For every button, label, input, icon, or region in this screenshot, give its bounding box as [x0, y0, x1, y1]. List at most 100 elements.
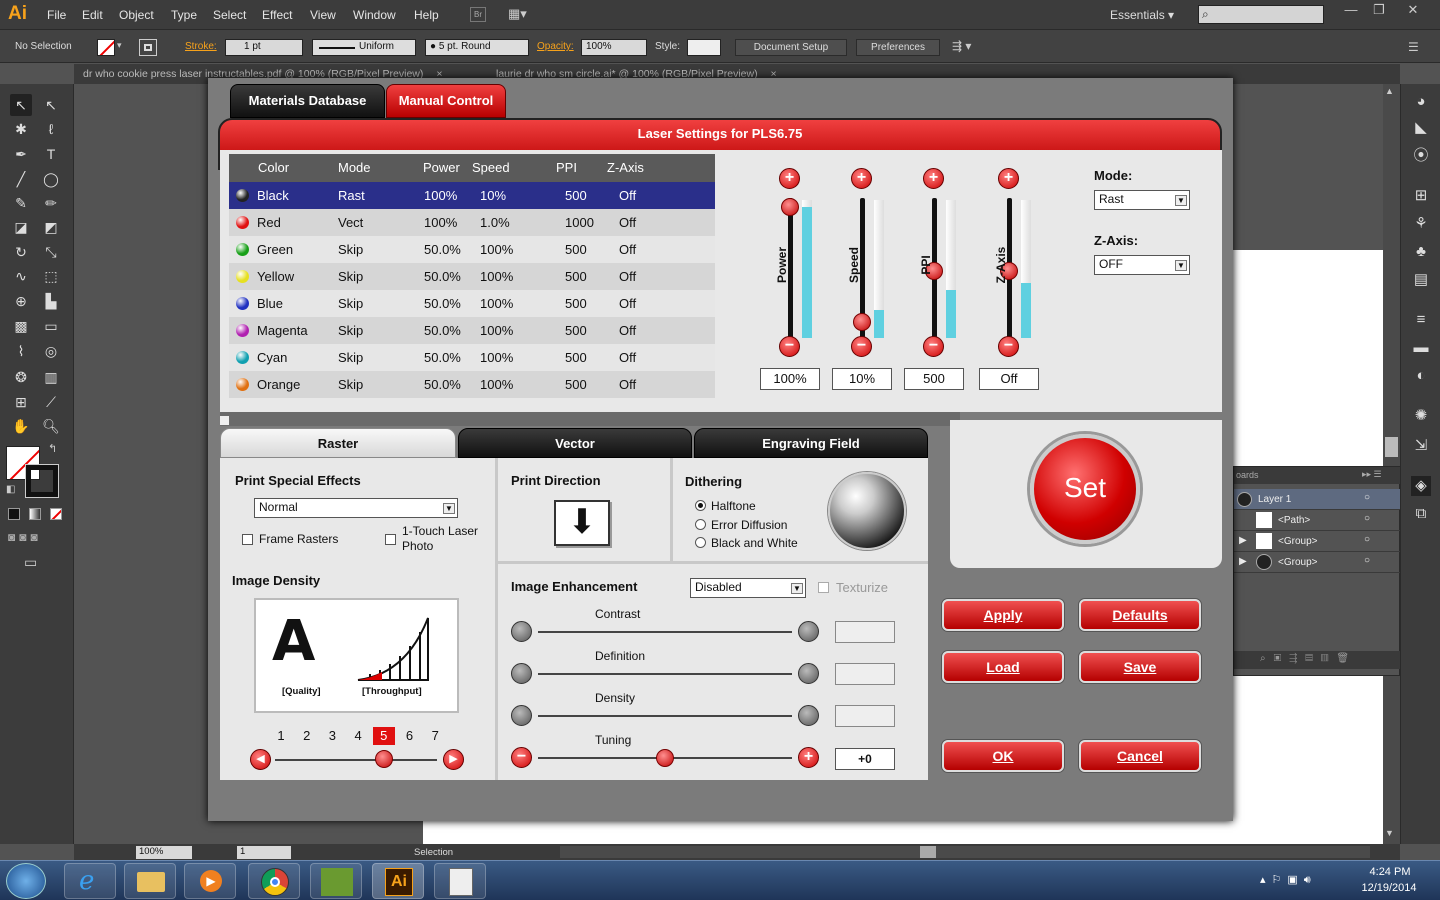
system-tray-icons[interactable]: ▴⚐▣🔊︎: [1260, 873, 1317, 887]
document-setup-button[interactable]: Document Setup: [735, 39, 847, 56]
graphic-styles-icon[interactable]: ▤: [1411, 270, 1431, 290]
arrange-documents-icon[interactable]: ▦▾: [508, 7, 534, 22]
symbols-icon[interactable]: ♣: [1411, 242, 1431, 262]
menu-file[interactable]: File: [47, 8, 66, 22]
definition-value-field[interactable]: [835, 663, 895, 685]
horizontal-scrollbar[interactable]: [560, 846, 1370, 858]
density-value-field[interactable]: [835, 705, 895, 727]
chrome-icon[interactable]: [248, 863, 300, 899]
contrast-increase-button[interactable]: [798, 621, 819, 642]
direct-selection-tool-icon[interactable]: ↖: [40, 94, 62, 116]
type-tool-icon[interactable]: T: [40, 143, 62, 165]
selection-tool-icon[interactable]: ↖: [10, 94, 32, 116]
tuning-value-field[interactable]: +0: [835, 748, 895, 770]
table-row[interactable]: Yellow Skip 50.0% 100% 500 Off: [229, 263, 715, 290]
menu-view[interactable]: View: [310, 8, 336, 22]
blend-tool-icon[interactable]: ◎: [40, 340, 62, 362]
slider-knob[interactable]: [781, 198, 799, 216]
color-mode-icon[interactable]: [8, 508, 20, 520]
free-transform-tool-icon[interactable]: ⬚: [40, 265, 62, 287]
save-button[interactable]: Save: [1079, 651, 1201, 683]
density-step[interactable]: 6: [399, 727, 421, 745]
minimize-button[interactable]: —: [1336, 0, 1366, 22]
pen-tool-icon[interactable]: ✒: [10, 143, 32, 165]
swap-colors-icon[interactable]: ↰: [48, 442, 57, 455]
help-search-input[interactable]: ⌕: [1198, 5, 1324, 24]
table-row[interactable]: Black Rast 100% 10% 500 Off: [229, 182, 715, 209]
menu-type[interactable]: Type: [171, 8, 197, 22]
density-decrease-arrow-icon[interactable]: ◀: [250, 749, 271, 770]
slider-value-field[interactable]: 500: [904, 368, 964, 390]
error-diffusion-radio[interactable]: [695, 519, 706, 530]
eyedropper-tool-icon[interactable]: ⌇: [10, 340, 32, 362]
chevron-down-icon[interactable]: ▾: [117, 40, 122, 51]
tab-raster[interactable]: Raster: [220, 428, 456, 458]
decrease-button[interactable]: −: [779, 336, 800, 357]
drawing-modes-icon[interactable]: ◙◙◙: [8, 530, 42, 544]
stroke-weight-field[interactable]: 1 pt: [225, 39, 303, 56]
transparency-icon[interactable]: ◐: [1411, 366, 1431, 386]
eraser-tool-icon[interactable]: ◩: [40, 216, 62, 238]
definition-decrease-button[interactable]: [511, 663, 532, 684]
decrease-button[interactable]: −: [998, 336, 1019, 357]
load-button[interactable]: Load: [942, 651, 1064, 683]
blob-brush-tool-icon[interactable]: ◪: [10, 216, 32, 238]
target-icon[interactable]: ○: [1364, 555, 1370, 566]
swatches-icon[interactable]: ⊞: [1411, 186, 1431, 206]
paintbrush-tool-icon[interactable]: ✎: [10, 192, 32, 214]
graphic-style-swatch[interactable]: [687, 39, 721, 56]
workspace-switcher[interactable]: Essentials ▾: [1110, 8, 1174, 22]
tuning-increase-button[interactable]: +: [798, 747, 819, 768]
halftone-radio[interactable]: [695, 500, 706, 511]
corel-app-icon[interactable]: [310, 863, 362, 899]
tab-engraving-field[interactable]: Engraving Field: [694, 428, 928, 458]
shape-builder-tool-icon[interactable]: ⊕: [10, 290, 32, 312]
frame-rasters-checkbox[interactable]: [242, 534, 253, 545]
density-step[interactable]: 4: [347, 727, 369, 745]
density-step[interactable]: 5: [372, 727, 395, 745]
current-tool-status[interactable]: Selection: [414, 847, 453, 858]
color-guide-icon[interactable]: ◣: [1411, 118, 1431, 138]
brushes-icon[interactable]: ⚘: [1411, 214, 1431, 234]
stroke-color-box[interactable]: [25, 464, 59, 498]
ellipse-tool-icon[interactable]: ◯: [40, 168, 62, 190]
pencil-tool-icon[interactable]: ✏: [40, 192, 62, 214]
decrease-button[interactable]: −: [923, 336, 944, 357]
resize-handle-icon[interactable]: [220, 416, 229, 425]
density-step[interactable]: 7: [424, 727, 446, 745]
stroke-swatch[interactable]: [139, 39, 157, 56]
texturize-checkbox[interactable]: [818, 582, 829, 593]
layer-row[interactable]: <Path> ○: [1234, 510, 1400, 531]
menu-object[interactable]: Object: [119, 8, 154, 22]
vertical-scrollbar[interactable]: ▲ ▼: [1383, 84, 1400, 844]
contrast-decrease-button[interactable]: [511, 621, 532, 642]
layer-row[interactable]: ▶ <Group> ○: [1234, 552, 1400, 573]
mode-select[interactable]: Rast ▼: [1094, 190, 1190, 210]
perspective-grid-tool-icon[interactable]: ▙: [40, 290, 62, 312]
opacity-label[interactable]: Opacity:: [537, 41, 574, 52]
default-colors-icon[interactable]: ◧: [6, 484, 15, 495]
expand-arrow-icon[interactable]: ▶: [1239, 556, 1247, 567]
density-decrease-button[interactable]: [511, 705, 532, 726]
media-player-icon[interactable]: ▶: [184, 863, 236, 899]
table-row[interactable]: Blue Skip 50.0% 100% 500 Off: [229, 290, 715, 317]
density-increase-button[interactable]: [798, 705, 819, 726]
density-step[interactable]: 2: [296, 727, 318, 745]
scrollbar-thumb[interactable]: [920, 846, 936, 858]
slider-knob[interactable]: [853, 313, 871, 331]
defaults-button[interactable]: Defaults: [1079, 599, 1201, 631]
table-row[interactable]: Cyan Skip 50.0% 100% 500 Off: [229, 344, 715, 371]
one-touch-photo-checkbox[interactable]: [385, 534, 396, 545]
clock-time[interactable]: 4:24 PM: [1362, 866, 1418, 878]
increase-button[interactable]: +: [851, 168, 872, 189]
ok-button[interactable]: OK: [942, 740, 1064, 772]
table-row[interactable]: Magenta Skip 50.0% 100% 500 Off: [229, 317, 715, 344]
start-button-icon[interactable]: [6, 863, 46, 899]
tab-materials-database[interactable]: Materials Database: [230, 84, 385, 118]
target-icon[interactable]: ○: [1364, 492, 1370, 503]
stroke-panel-icon[interactable]: ≡: [1411, 310, 1431, 330]
tab-vector[interactable]: Vector: [458, 428, 692, 458]
brush-definition-select[interactable]: ● 5 pt. Round: [425, 39, 529, 56]
increase-button[interactable]: +: [779, 168, 800, 189]
laser-driver-icon[interactable]: [434, 863, 486, 899]
